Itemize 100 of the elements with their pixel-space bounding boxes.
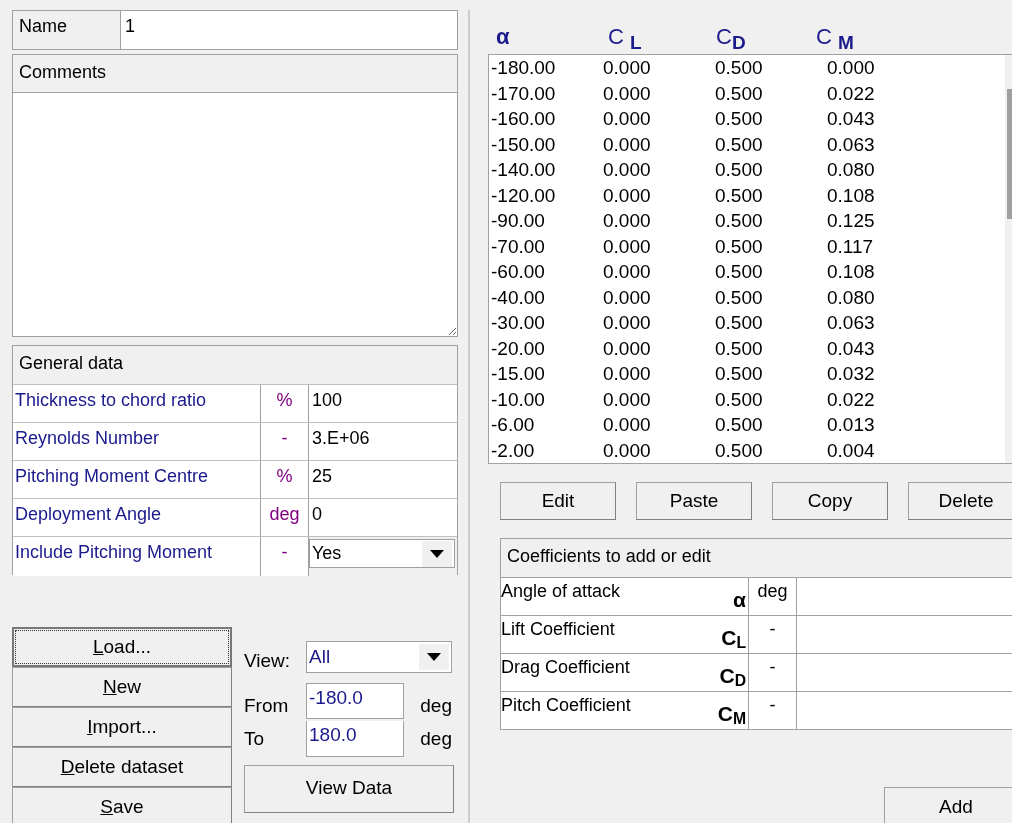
table-cell-text: 0.000	[603, 311, 652, 335]
table-cell-text: 0.500	[715, 81, 764, 106]
table-cell-text: -160.00	[491, 107, 557, 131]
to-field[interactable]: 180.0	[306, 720, 404, 757]
coefficient-label: Drag Coefficient	[501, 656, 630, 679]
dropdown[interactable]: All	[306, 641, 452, 673]
value-field[interactable]	[797, 654, 1012, 691]
button[interactable]: New	[12, 667, 232, 707]
table-cell-text: 0.500	[715, 260, 764, 284]
table-cell-text: 0.000	[827, 56, 876, 80]
from-field[interactable]: -180.0	[306, 683, 404, 719]
column-header: C $_{L}$	[608, 23, 643, 54]
table-cell-text: -170.00	[491, 81, 557, 106]
table-cell-text: 0.022	[827, 387, 876, 412]
view-label: View:	[244, 649, 292, 673]
table-cell-text: 0.500	[715, 107, 764, 131]
table-cell-text: 0.500	[715, 362, 764, 386]
property-label: Thickness to chord ratio	[13, 385, 261, 422]
table-cell-text: 0.500	[715, 438, 764, 463]
table-cell-text: 0.500	[715, 285, 764, 310]
table-cell-text: 0.000	[603, 260, 652, 284]
table-cell-text: 0.500	[715, 234, 764, 259]
table-cell-text: 0.000	[603, 234, 652, 259]
table-cell-text: 0.500	[715, 209, 764, 233]
button[interactable]: Delete	[908, 482, 1012, 520]
table-cell-text: 0.000	[603, 81, 652, 106]
button[interactable]: Delete dataset	[12, 747, 232, 787]
table-cell-text: 0.000	[603, 209, 652, 233]
unit-label: deg	[419, 694, 452, 718]
table-cell-text: -180.00	[491, 56, 557, 80]
table-cell-text: 0.000	[603, 285, 652, 310]
coefficient-label: Pitch Coefficient	[501, 694, 631, 717]
column-header: C $_{M}$	[816, 23, 855, 54]
table-cell-text: 0.032	[827, 362, 876, 386]
unit-label: -	[749, 692, 797, 729]
table-cell-text: 0.000	[603, 336, 652, 361]
value-field[interactable]	[797, 578, 1012, 615]
unit-label: deg	[749, 578, 797, 615]
table-cell-text: 0.500	[715, 158, 764, 182]
table-cell-text: 0.500	[715, 311, 764, 335]
table-cell-text: 0.500	[715, 336, 764, 361]
dropdown[interactable]: Yes	[309, 539, 455, 568]
coefficient-label: Angle of attack	[501, 580, 621, 603]
table-cell-text: 0.022	[827, 81, 876, 106]
table-cell-text: 0.063	[827, 132, 876, 157]
table-cell-text: -15.00	[491, 362, 546, 386]
comments-field[interactable]	[13, 93, 457, 336]
value-field[interactable]	[797, 616, 1012, 653]
table-cell-text: -30.00	[491, 311, 546, 335]
unit-label: -	[749, 616, 797, 653]
button[interactable]: Copy	[772, 482, 888, 520]
table-cell-text: 0.108	[827, 260, 876, 284]
table-cell-text: -150.00	[491, 132, 557, 157]
table-cell-text: -40.00	[491, 285, 546, 310]
view-data-button[interactable]: View Data	[244, 764, 454, 813]
table-cell-text: 0.080	[827, 285, 876, 310]
button[interactable]: Edit	[500, 482, 616, 520]
symbol: C$_{M}$	[717, 700, 746, 729]
table-cell-text: 0.000	[603, 107, 652, 131]
table-cell-text: 0.000	[603, 132, 652, 157]
table-cell-text: 0.004	[827, 438, 876, 463]
button[interactable]: Import...	[12, 707, 232, 747]
caret-icon	[430, 549, 444, 558]
symbol: α	[733, 586, 746, 613]
caret-icon	[427, 653, 441, 661]
table-cell-text: -90.00	[491, 209, 546, 233]
table-cell-text: 0.000	[603, 183, 652, 208]
table-cell-text: -140.00	[491, 158, 557, 182]
property-label: Deployment Angle	[13, 499, 261, 536]
table-cell-text: 0.000	[603, 387, 652, 412]
table-cell-text: 0.500	[715, 56, 764, 80]
from-label: From	[244, 694, 290, 718]
table-cell-text: 0.500	[715, 413, 764, 437]
table-cell-text: 0.000	[603, 362, 652, 386]
unit-label: -	[261, 537, 309, 576]
table-cell-text: 0.063	[827, 311, 876, 335]
table-cell-text: 0.500	[715, 132, 764, 157]
button[interactable]: Load...	[12, 627, 232, 667]
table-cell-text: 0.000	[603, 158, 652, 182]
table-cell-text: -20.00	[491, 336, 546, 361]
table-cell-text: -10.00	[491, 387, 546, 412]
button[interactable]: Paste	[636, 482, 752, 520]
table-cell-text: -2.00	[491, 438, 536, 463]
table-cell-text: 0.080	[827, 158, 876, 182]
button[interactable]: Save	[12, 787, 232, 823]
value-field[interactable]	[797, 692, 1012, 729]
table-cell-text: -60.00	[491, 260, 546, 284]
section-title: General data	[13, 346, 457, 384]
table-cell-text: 0.000	[603, 413, 652, 437]
column-header: C$_{D}$	[716, 23, 747, 54]
property-label: Reynolds Number	[13, 423, 261, 460]
table-cell-text: 0.500	[715, 387, 764, 412]
table-cell-text: 0.043	[827, 336, 876, 361]
add-button[interactable]: Add	[884, 787, 1012, 823]
property-label: Include Pitching Moment	[13, 537, 261, 576]
symbol: C$_{D}$	[719, 662, 746, 691]
table-cell-text: 0.013	[827, 413, 876, 437]
column-header: α	[496, 23, 511, 51]
table-cell-text: 0.125	[827, 209, 876, 233]
table-cell-text: 0.117	[827, 234, 875, 259]
